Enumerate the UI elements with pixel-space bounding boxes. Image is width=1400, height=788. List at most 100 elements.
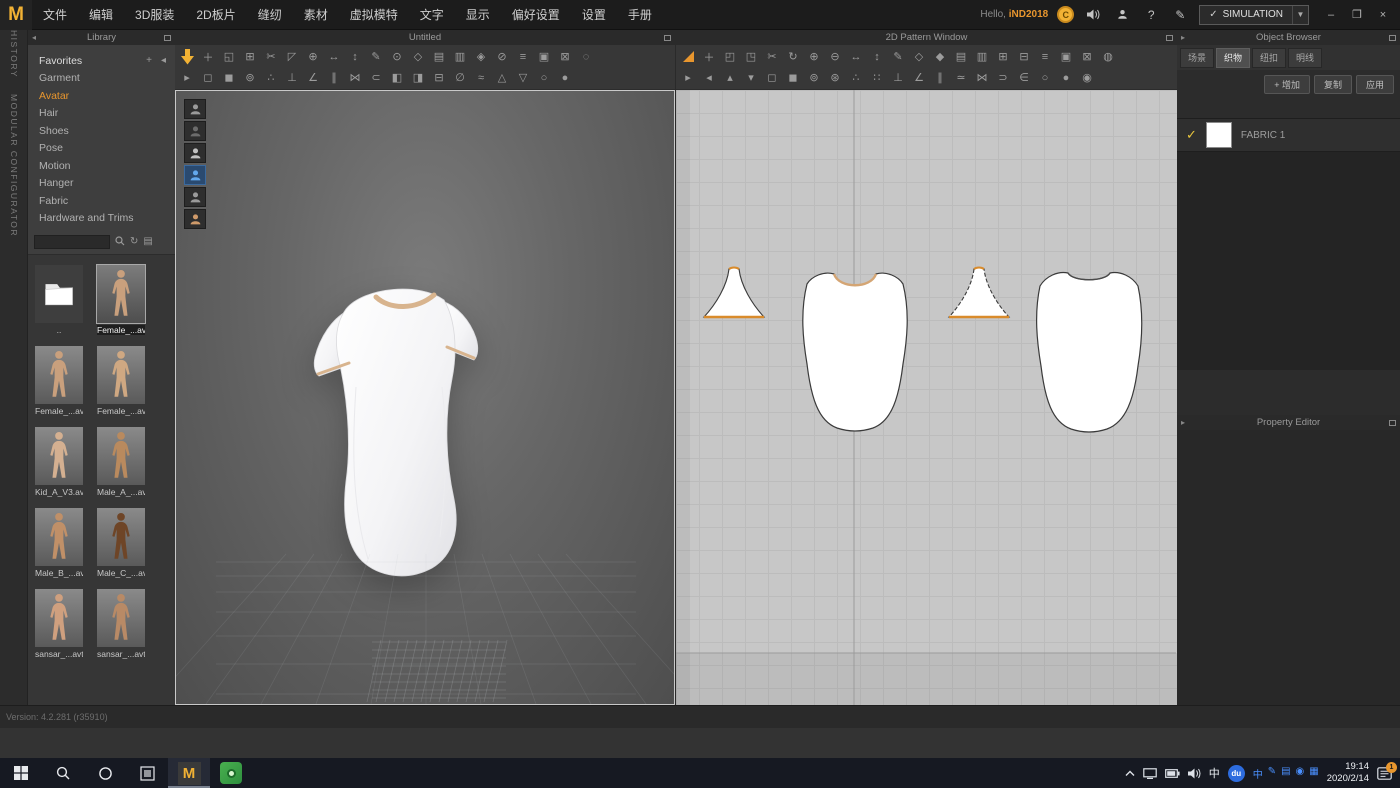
trace-cut-icon[interactable]: ✂ — [762, 47, 782, 66]
search-icon[interactable] — [115, 235, 125, 249]
rotate-icon[interactable]: ↻ — [783, 47, 803, 66]
mesh-select-icon[interactable]: ⊞ — [240, 47, 260, 66]
segment-sew-icon[interactable]: ▸ — [678, 68, 698, 87]
menu-item-偏好设置[interactable]: 偏好设置 — [501, 0, 571, 30]
baidu-toolbar-icon[interactable]: ◉ — [1296, 766, 1305, 781]
sewing-edit-icon[interactable]: ✎ — [366, 47, 386, 66]
speaker-icon[interactable] — [1083, 5, 1103, 25]
list-view-icon[interactable]: ▤ — [143, 237, 152, 247]
play-icon[interactable]: ▸ — [177, 68, 197, 87]
menu-item-手册[interactable]: 手册 — [617, 0, 663, 30]
points-icon[interactable]: ∴ — [261, 68, 281, 87]
menu-item-文字[interactable]: 文字 — [409, 0, 455, 30]
library-item-motion[interactable]: Motion — [28, 157, 175, 175]
menu-item-缝纫[interactable]: 缝纫 — [247, 0, 293, 30]
library-thumb-Male_B_...avt[interactable]: Male_B_...avt — [35, 508, 83, 578]
show-sew-toggle-icon[interactable]: ◻ — [762, 68, 782, 87]
search-input[interactable] — [34, 235, 110, 249]
seam-allowance-icon[interactable]: ≡ — [1035, 47, 1055, 66]
app-logo[interactable]: M — [0, 0, 32, 30]
maximize-button[interactable]: ❐ — [1344, 0, 1370, 30]
fabric-check-icon[interactable]: ✓ — [1186, 127, 1197, 143]
edit-curve-icon[interactable]: ◳ — [741, 47, 761, 66]
stretch-h-icon[interactable]: ↔ — [846, 47, 866, 66]
baseline-icon[interactable]: ⊥ — [888, 68, 908, 87]
symmetry-icon[interactable]: ⋈ — [972, 68, 992, 87]
mesh-down-icon[interactable]: ▽ — [513, 68, 533, 87]
add-pin-icon[interactable]: ⊕ — [303, 47, 323, 66]
hardware-icon[interactable]: ◈ — [471, 47, 491, 66]
parallel-pattern-icon[interactable]: ∥ — [930, 68, 950, 87]
gizmo-icon[interactable]: ⊥ — [282, 68, 302, 87]
add-point-icon[interactable]: ⊕ — [804, 47, 824, 66]
grading-icon[interactable]: ◍ — [1098, 47, 1118, 66]
taskbar-clock[interactable]: 19:14 2020/2/14 — [1327, 761, 1369, 785]
simulation-button[interactable]: ✓ SIMULATION — [1200, 6, 1292, 24]
baidu-toolbar-icon[interactable]: ▦ — [1309, 766, 1318, 781]
account-icon[interactable] — [1112, 5, 1132, 25]
refresh-icon[interactable]: ↻ — [130, 237, 138, 247]
battery-icon[interactable] — [1164, 768, 1180, 778]
object-browser-tab-织物[interactable]: 织物 — [1216, 48, 1251, 68]
compare-length-icon[interactable]: ≃ — [951, 68, 971, 87]
object-browser-button-应用[interactable]: 应用 — [1355, 75, 1394, 94]
button-icon[interactable]: ● — [1056, 68, 1076, 87]
circle-draw-icon[interactable]: ◆ — [930, 47, 950, 66]
show-hair-icon[interactable] — [184, 121, 206, 141]
marker-icon[interactable]: ◌ — [576, 47, 596, 66]
library-item-hardware-and-trims[interactable]: Hardware and Trims — [28, 210, 175, 228]
menu-item-素材[interactable]: 素材 — [293, 0, 339, 30]
volume-icon[interactable] — [1187, 768, 1201, 779]
dart-icon[interactable]: ▤ — [951, 47, 971, 66]
edit-sew-icon[interactable]: ▾ — [741, 68, 761, 87]
menu-item-虚拟模特[interactable]: 虚拟模特 — [339, 0, 409, 30]
grain-line-icon[interactable]: ∷ — [867, 68, 887, 87]
customize-icon[interactable]: ✎ — [1170, 5, 1190, 25]
library-thumb-Male_A_...avt[interactable]: Male_A_...avt — [97, 427, 145, 497]
hide-icon[interactable]: ∅ — [450, 68, 470, 87]
taskbar-search-button[interactable] — [42, 758, 84, 788]
favorites-back-icon[interactable]: ◂ — [161, 55, 175, 66]
pattern-piece-bodice-back[interactable] — [1036, 271, 1143, 433]
baidu-toolbar-icon[interactable]: ▤ — [1281, 766, 1290, 781]
popout-icon[interactable] — [1389, 34, 1396, 41]
texture-icon[interactable]: ▣ — [534, 47, 554, 66]
help-icon[interactable]: ? — [1141, 5, 1161, 25]
tray-chevron-icon[interactable] — [1125, 770, 1135, 777]
ime-language-indicator[interactable]: 中 — [1209, 765, 1220, 781]
internal-line-icon[interactable]: ⊟ — [1014, 47, 1034, 66]
stretch-v-icon[interactable]: ↕ — [867, 47, 887, 66]
mesh-up-icon[interactable]: △ — [492, 68, 512, 87]
menu-item-2D板片[interactable]: 2D板片 — [185, 0, 246, 30]
object-browser-button-增加[interactable]: + 增加 — [1264, 75, 1310, 94]
remove-point-icon[interactable]: ⊖ — [825, 47, 845, 66]
delete-pattern-icon[interactable]: ⊠ — [1077, 47, 1097, 66]
collapse-right-icon[interactable]: ▸ — [1181, 418, 1185, 427]
show-avatar-icon[interactable] — [184, 99, 206, 119]
library-item-pose[interactable]: Pose — [28, 140, 175, 158]
rect-select-icon[interactable]: ◱ — [219, 47, 239, 66]
library-item-garment[interactable]: Garment — [28, 70, 175, 88]
menu-item-显示[interactable]: 显示 — [455, 0, 501, 30]
library-thumb-Female_...avt[interactable]: Female_...avt — [96, 264, 146, 335]
angle-measure-icon[interactable]: ∠ — [909, 68, 929, 87]
library-item-favorites[interactable]: Favorites + ◂ — [28, 52, 175, 70]
closet-icon[interactable]: C — [1057, 6, 1075, 23]
baidu-ime-icon[interactable]: du — [1227, 764, 1245, 782]
pattern-piece-sleeve-right[interactable] — [947, 266, 1011, 319]
object-browser-tab-明线[interactable]: 明线 — [1288, 48, 1323, 68]
zipper-icon[interactable]: ◉ — [1077, 68, 1097, 87]
canvas-3d[interactable] — [175, 90, 675, 705]
pattern-texture-icon[interactable]: ▣ — [1056, 47, 1076, 66]
pleat-icon[interactable]: ▥ — [972, 47, 992, 66]
task-view-button[interactable] — [126, 758, 168, 788]
edit-pattern-icon[interactable]: ＋ — [699, 47, 719, 66]
library-thumb-sansar_...avt[interactable]: sansar_...avt — [97, 589, 145, 659]
collapse-icon[interactable]: ⊟ — [429, 68, 449, 87]
taskbar-app-marvelous[interactable]: M — [168, 758, 210, 788]
transform-pattern-icon[interactable] — [678, 47, 698, 66]
library-thumb-sansar_...avt[interactable]: sansar_...avt — [35, 589, 83, 659]
m-n-sew-icon[interactable]: ▴ — [720, 68, 740, 87]
buttonhole-icon[interactable]: ○ — [1035, 68, 1055, 87]
show-garment-toggle-icon[interactable]: ◻ — [198, 68, 218, 87]
